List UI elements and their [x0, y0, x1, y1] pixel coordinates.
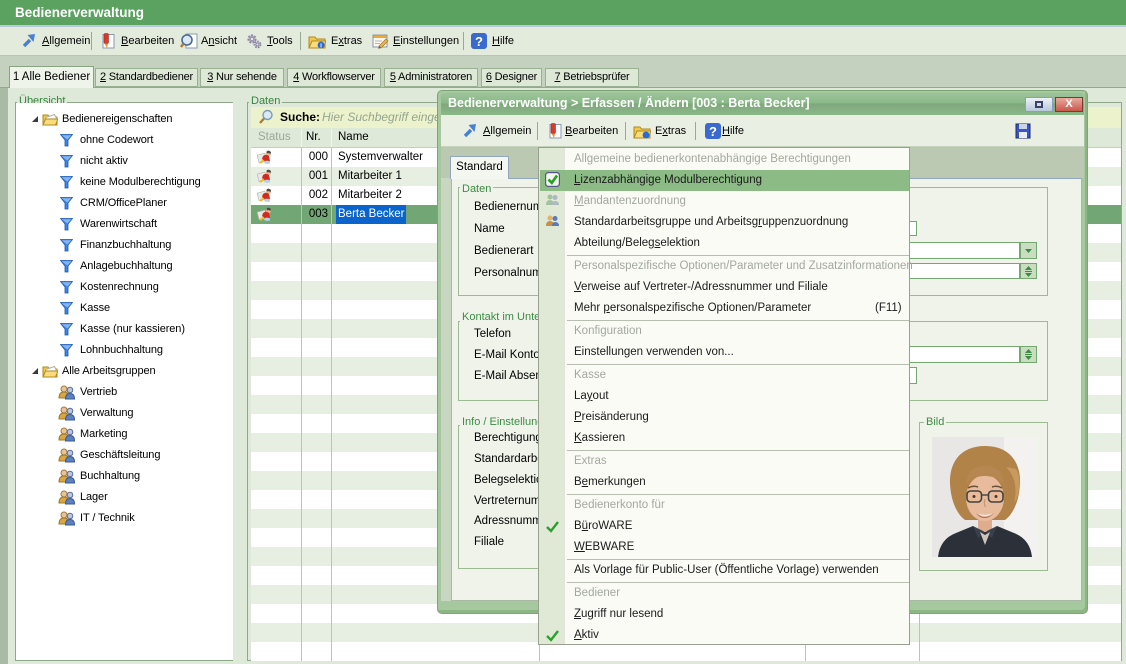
svg-text:?: ? — [475, 34, 483, 49]
svg-text:i: i — [320, 43, 322, 50]
svg-text:?: ? — [709, 124, 717, 139]
